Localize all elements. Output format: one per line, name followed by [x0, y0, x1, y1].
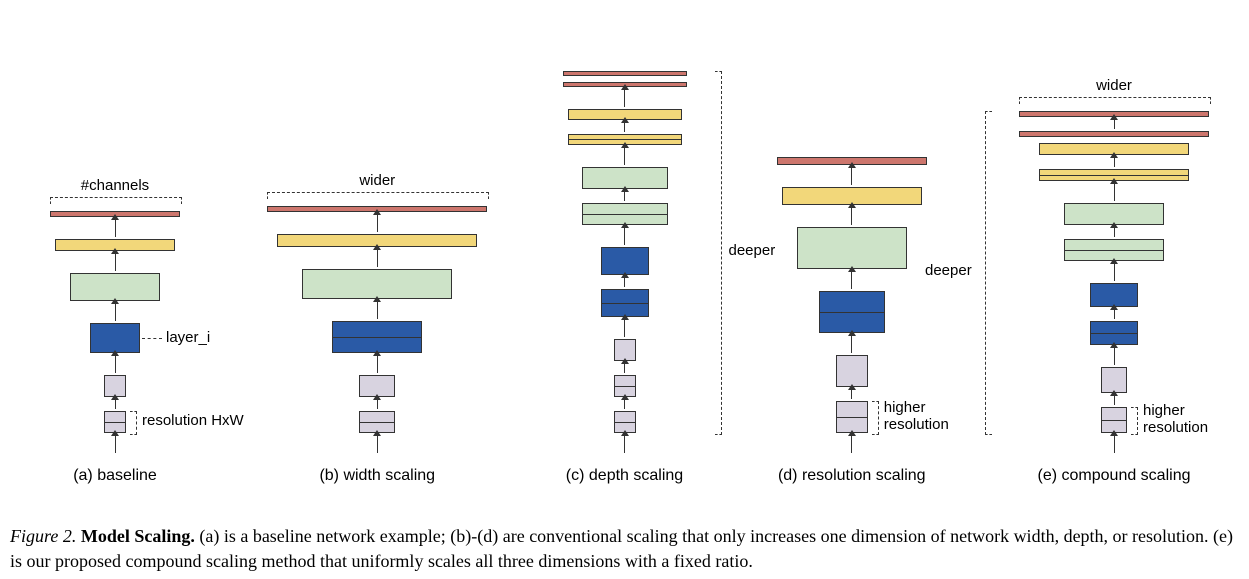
arrow-icon: [624, 399, 625, 409]
arrow-icon: [624, 147, 625, 165]
arrow-icon: [624, 227, 625, 245]
arrow-icon: [377, 399, 378, 409]
layer-stack: [267, 206, 487, 455]
arrow-icon: [115, 355, 116, 373]
panel-a: (a) baseline#channelsresolution HxWlayer…: [10, 0, 220, 490]
figure-title: Model Scaling.: [81, 526, 195, 546]
arrow-icon: [377, 249, 378, 267]
layer-block-blue: [601, 247, 649, 275]
annotation-resolution: resolution HxW: [142, 412, 244, 429]
brace-top-icon: [50, 197, 182, 204]
annotation-wider: wider: [989, 77, 1239, 94]
arrow-icon: [115, 399, 116, 409]
pointer-icon: [142, 338, 162, 339]
layer-block-green: [70, 273, 160, 301]
layer-block-blue: [332, 321, 422, 353]
arrow-icon: [115, 303, 116, 321]
panel-label-a: (a) baseline: [10, 467, 220, 485]
brace-resolution-icon: [872, 401, 879, 435]
arrow-icon: [851, 167, 852, 185]
arrow-icon: [1114, 227, 1115, 237]
arrow-icon: [1114, 309, 1115, 319]
panels-row: (a) baseline #channels resolution HxW layer…: [10, 0, 1239, 490]
annotation-layer-i: layer_i: [166, 329, 210, 346]
annotation-deeper: deeper: [925, 262, 972, 279]
arrow-icon: [1114, 183, 1115, 201]
panel-label-d: (d) resolution scaling: [747, 467, 957, 485]
arrow-icon: [1114, 347, 1115, 365]
arrow-icon: [115, 219, 116, 237]
panel-label-c: (c) depth scaling: [535, 467, 715, 485]
annotation-resolution: higher resolution: [1143, 402, 1208, 436]
annotation-resolution: higher resolution: [884, 399, 949, 433]
arrow-icon: [1114, 435, 1115, 453]
panel-e: (e) compound scalingwiderdeeperhigher re…: [989, 0, 1239, 490]
arrow-icon: [377, 355, 378, 373]
layer-block-gray: [836, 401, 868, 433]
arrow-icon: [377, 214, 378, 232]
figure-2-model-scaling: (a) baseline #channels resolution HxW layer…: [0, 0, 1249, 579]
layer-block-red: [1019, 131, 1209, 137]
layer-block-gray: [836, 355, 868, 387]
figure-caption: Figure 2. Model Scaling. (a) is a baseli…: [10, 524, 1239, 573]
layer-block-red: [563, 71, 687, 76]
arrow-icon: [1114, 263, 1115, 281]
arrow-icon: [851, 389, 852, 399]
brace-top-icon: [1019, 97, 1211, 104]
arrow-icon: [115, 435, 116, 453]
panel-c: (c) depth scalingdeeper: [535, 0, 715, 490]
arrow-icon: [624, 277, 625, 287]
arrow-icon: [851, 435, 852, 453]
arrow-icon: [851, 335, 852, 353]
figure-number: Figure 2.: [10, 526, 76, 546]
brace-resolution-icon: [130, 411, 137, 435]
arrow-icon: [624, 191, 625, 201]
arrow-icon: [377, 301, 378, 319]
arrow-icon: [851, 207, 852, 225]
arrow-icon: [115, 253, 116, 271]
arrow-icon: [1114, 157, 1115, 167]
panel-label-b: (b) width scaling: [252, 467, 502, 485]
brace-resolution-icon: [1131, 407, 1138, 435]
arrow-icon: [1114, 395, 1115, 405]
arrow-icon: [624, 122, 625, 132]
arrow-icon: [624, 435, 625, 453]
arrow-icon: [1114, 119, 1115, 129]
brace-top-icon: [267, 192, 489, 199]
panel-label-e: (e) compound scaling: [989, 467, 1239, 485]
layer-block-green: [302, 269, 452, 299]
brace-side-icon: [715, 71, 722, 435]
arrow-icon: [624, 363, 625, 373]
panel-b: (b) width scaling wider: [252, 0, 502, 490]
layer-block-green: [797, 227, 907, 269]
arrow-icon: [851, 271, 852, 289]
arrow-icon: [624, 319, 625, 337]
layer-block-blue: [90, 323, 140, 353]
annotation-channels: #channels: [10, 177, 220, 194]
arrow-icon: [377, 435, 378, 453]
arrow-icon: [624, 89, 625, 107]
panel-d: (d) resolution scaling higher resolution: [747, 0, 957, 490]
layer-block-blue: [819, 291, 885, 333]
brace-side-icon: [985, 111, 992, 435]
layer-block-blue: [601, 289, 649, 317]
layer-stack: [563, 71, 687, 455]
annotation-wider: wider: [252, 172, 502, 189]
